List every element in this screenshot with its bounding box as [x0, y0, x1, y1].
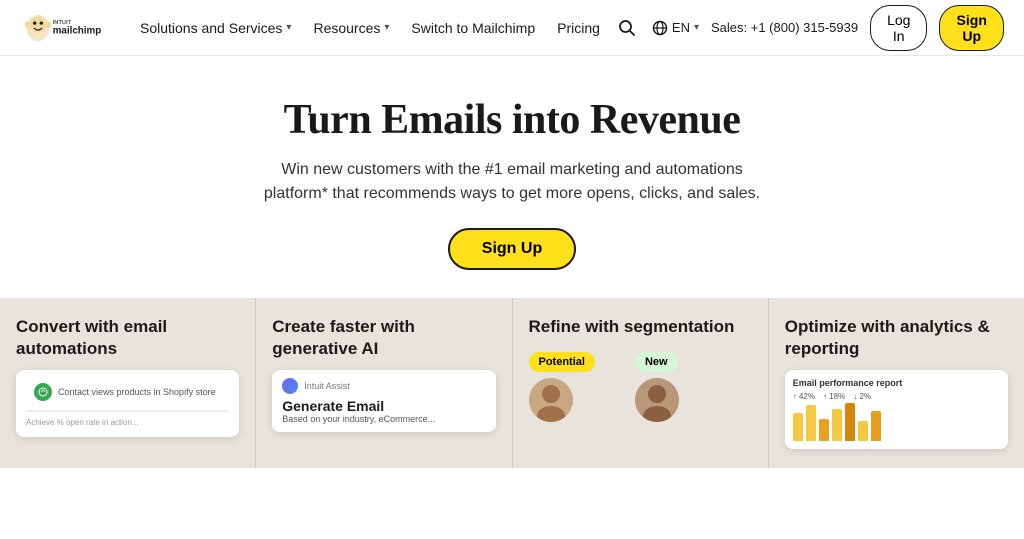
lang-label: EN — [672, 20, 690, 35]
resources-chevron: ▾ — [384, 22, 389, 33]
nav-solutions[interactable]: Solutions and Services ▾ — [130, 14, 301, 42]
search-icon — [618, 19, 636, 37]
pricing-label: Pricing — [557, 20, 600, 36]
hero-signup-button[interactable]: Sign Up — [448, 228, 576, 270]
bar-1 — [793, 413, 803, 441]
hero-title: Turn Emails into Revenue — [284, 96, 741, 144]
globe-icon — [652, 20, 668, 36]
bar-7 — [871, 411, 881, 441]
feature-title-analytics: Optimize with analytics & reporting — [785, 316, 1008, 360]
bar-4 — [832, 409, 842, 441]
lang-chevron: ▾ — [694, 22, 699, 33]
stat-item-unsubscribed: ↓ 2% — [853, 392, 871, 401]
analytics-stats-row: ↑ 42% ↑ 18% ↓ 2% — [793, 392, 1000, 401]
feature-card-analytics: Optimize with analytics & reporting Emai… — [769, 298, 1024, 468]
feature-card-segmentation: Refine with segmentation Potential N — [513, 298, 769, 468]
logo[interactable]: INTUIT mailchimp — [20, 10, 110, 46]
feature-cards: Convert with email automations Contact v… — [0, 298, 1024, 468]
nav-actions: EN ▾ Sales: +1 (800) 315-5939 Log In Sig… — [614, 5, 1004, 51]
stat-item-opens: ↑ 42% — [793, 392, 815, 401]
login-button[interactable]: Log In — [870, 5, 927, 51]
search-button[interactable] — [614, 15, 640, 41]
nav-links: Solutions and Services ▾ Resources ▾ Swi… — [130, 14, 610, 42]
analytics-mockup: Email performance report ↑ 42% ↑ 18% ↓ 2… — [785, 370, 1008, 449]
sales-phone: Sales: +1 (800) 315-5939 — [711, 20, 858, 35]
navbar: INTUIT mailchimp Solutions and Services … — [0, 0, 1024, 56]
avatar-woman — [529, 378, 573, 422]
feature-card-ai: Create faster with generative AI Intuit … — [256, 298, 512, 468]
pill-new: New — [635, 352, 678, 372]
solutions-label: Solutions and Services — [140, 20, 282, 36]
feature-title-automations: Convert with email automations — [16, 316, 239, 360]
avatar-man — [635, 378, 679, 422]
shopify-icon — [34, 383, 52, 401]
intuit-assist-icon — [282, 378, 298, 394]
assist-label: Intuit Assist — [304, 381, 350, 391]
feature-title-ai: Create faster with generative AI — [272, 316, 495, 360]
switch-label: Switch to Mailchimp — [411, 20, 535, 36]
hero-subtitle: Win new customers with the #1 email mark… — [252, 158, 772, 206]
automation-mockup: Contact views products in Shopify store … — [16, 370, 239, 437]
generate-label: Generate Email — [282, 398, 485, 414]
pill-potential: Potential — [529, 352, 595, 372]
nav-pricing[interactable]: Pricing — [547, 14, 610, 42]
stat-item-clicks: ↑ 18% — [823, 392, 845, 401]
solutions-chevron: ▾ — [286, 22, 291, 33]
bar-chart — [793, 401, 1000, 441]
hero-section: Turn Emails into Revenue Win new custome… — [0, 56, 1024, 298]
bar-6 — [858, 421, 868, 441]
language-selector[interactable]: EN ▾ — [652, 20, 699, 36]
bar-2 — [806, 405, 816, 441]
feature-title-segmentation: Refine with segmentation — [529, 316, 752, 338]
bar-3 — [819, 419, 829, 441]
svg-text:mailchimp: mailchimp — [53, 25, 101, 36]
automation-mockup-text: Contact views products in Shopify store — [58, 387, 216, 397]
resources-label: Resources — [313, 20, 380, 36]
bar-5 — [845, 403, 855, 441]
nav-resources[interactable]: Resources ▾ — [303, 14, 399, 42]
signup-nav-button[interactable]: Sign Up — [939, 5, 1004, 51]
feature-card-automations: Convert with email automations Contact v… — [0, 298, 256, 468]
segment-pills: Potential New — [529, 348, 752, 422]
ai-mockup: Intuit Assist Generate Email Based on yo… — [272, 370, 495, 432]
report-title: Email performance report — [793, 378, 1000, 388]
nav-switch[interactable]: Switch to Mailchimp — [401, 14, 545, 42]
ai-sub: Based on your industry, eCommerce... — [282, 414, 485, 424]
